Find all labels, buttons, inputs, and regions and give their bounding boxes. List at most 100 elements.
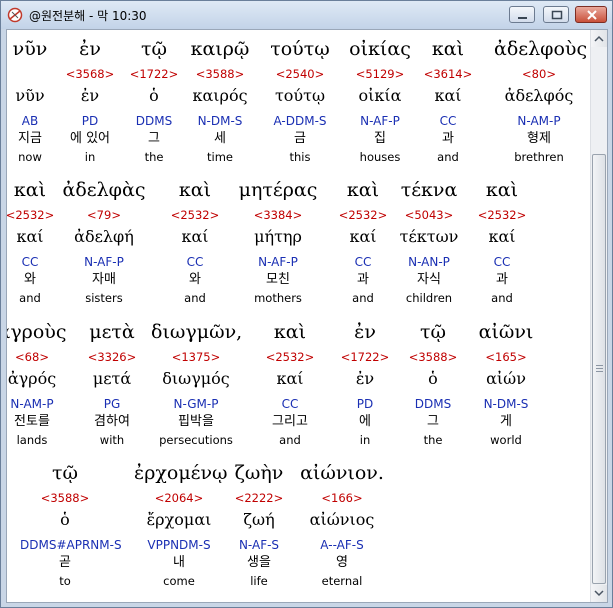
word-morph: N-GM-P xyxy=(173,397,219,411)
word-greek: καὶ xyxy=(178,179,212,201)
word-greek: αἰῶνι xyxy=(478,321,534,343)
word-strong: <3326> xyxy=(87,350,137,364)
word-korean: 곧 xyxy=(59,555,71,570)
word-greek: ἀδελφὰς xyxy=(62,179,146,201)
vertical-scrollbar[interactable] xyxy=(590,30,607,602)
word-morph: N-AF-P xyxy=(84,255,124,269)
word-korean: 세 xyxy=(214,131,226,146)
word-greek: μητέρας xyxy=(238,179,318,201)
verse-panel: νῦν νῦν AB 지금 now ἐν ἐν PD 에 있어 in <3568> τῷ ὁ DDMS 그 t… xyxy=(6,29,608,603)
scroll-down-button[interactable] xyxy=(591,585,607,602)
word-morph: N-AF-S xyxy=(238,538,280,552)
word-greek: ἀδελφοὺς xyxy=(494,38,588,60)
word-strong: <2532> xyxy=(170,208,220,222)
word-lemma: διωγμός xyxy=(162,369,230,388)
word-english: with xyxy=(99,433,125,447)
word-korean: 자매 xyxy=(92,272,116,287)
word-english: eternal xyxy=(321,574,363,588)
word-english: and xyxy=(437,150,459,164)
word-morph: AB xyxy=(21,114,39,128)
word-morph: A--AF-S xyxy=(320,538,364,552)
word-strong: <3384> xyxy=(253,208,303,222)
word-lemma: ὁ xyxy=(60,510,70,529)
word-lemma: νῦν xyxy=(15,86,45,105)
word-morph: N-DM-S xyxy=(197,114,243,128)
word-strong: <2064> xyxy=(154,491,204,505)
word-lemma: ἀδελφός xyxy=(504,86,574,105)
word-lemma: ζωή xyxy=(243,510,275,529)
word-morph: N-AM-P xyxy=(517,114,561,128)
word-english: brethren xyxy=(514,150,564,164)
word-strong: <2532> xyxy=(477,208,527,222)
word-korean: 생을 xyxy=(247,555,271,570)
word-korean: 겸하여 xyxy=(94,414,130,429)
word-morph: PG xyxy=(103,397,121,411)
word-greek: καὶ xyxy=(431,38,465,60)
word-english: mothers xyxy=(254,291,302,305)
word-greek: νῦν xyxy=(12,38,48,60)
word-morph: N-AF-P xyxy=(258,255,298,269)
interlinear-content: νῦν νῦν AB 지금 now ἐν ἐν PD 에 있어 in <3568> τῷ ὁ DDMS 그 t… xyxy=(7,30,592,602)
word-lemma: τούτῳ xyxy=(274,86,326,105)
word-lemma: ἀδελφή xyxy=(74,227,134,246)
word-morph: CC xyxy=(186,255,204,269)
word-korean: 게 xyxy=(500,414,512,429)
word-strong: <166> xyxy=(321,491,363,505)
word-korean: 형제 xyxy=(527,131,551,146)
word-korean: 지금 xyxy=(18,131,42,146)
word-morph: VPPNDM-S xyxy=(147,538,211,552)
word-english: world xyxy=(490,433,522,447)
word-lemma: μήτηρ xyxy=(254,227,302,246)
word-english: and xyxy=(491,291,513,305)
word-english: come xyxy=(163,574,195,588)
maximize-button[interactable] xyxy=(543,6,569,23)
word-english: this xyxy=(289,150,311,164)
word-strong: <3588> xyxy=(40,491,90,505)
minimize-button[interactable] xyxy=(509,6,535,23)
title-bar[interactable]: @원전분해 - 막 10:30 xyxy=(1,1,612,29)
word-greek: καὶ xyxy=(485,179,519,201)
window-title: @원전분해 - 막 10:30 xyxy=(29,9,147,23)
word-lemma: αἰών xyxy=(486,369,526,388)
word-greek: μετὰ xyxy=(89,321,135,343)
word-greek: ζωὴν xyxy=(234,462,284,484)
word-strong: <3614> xyxy=(423,67,473,81)
word-strong: <80> xyxy=(522,67,556,81)
word-greek: καιρῷ xyxy=(190,38,250,60)
word-morph: DDMS#APRNM-S xyxy=(20,538,122,552)
word-strong: <165> xyxy=(485,350,527,364)
word-lemma: καί xyxy=(434,86,462,105)
word-korean: 와 xyxy=(189,272,201,287)
word-lemma: μετά xyxy=(92,369,132,388)
app-window: @원전분해 - 막 10:30 νῦν νῦν AB 지금 now ἐν ἐν PD 에 있어 i… xyxy=(0,0,613,608)
word-korean: 과 xyxy=(442,131,454,146)
word-korean: 내 xyxy=(173,555,185,570)
word-english: life xyxy=(250,574,268,588)
word-lemma: καί xyxy=(181,227,209,246)
word-greek: διωγμῶν, xyxy=(151,321,243,343)
scroll-thumb[interactable] xyxy=(592,154,606,584)
word-strong: <3588> xyxy=(195,67,245,81)
word-korean: 과 xyxy=(496,272,508,287)
scroll-up-button[interactable] xyxy=(591,30,607,47)
word-lemma: καιρός xyxy=(192,86,248,105)
word-morph: CC xyxy=(439,114,457,128)
word-english: to xyxy=(59,574,71,588)
word-greek: ἐρχομένῳ xyxy=(134,462,228,484)
word-strong: <1375> xyxy=(171,350,221,364)
word-english: and xyxy=(184,291,206,305)
word-greek: αἰώνιον. xyxy=(300,462,384,484)
chevron-down-icon xyxy=(594,590,604,597)
word-greek: τούτῳ xyxy=(270,38,330,60)
word-strong: <2540> xyxy=(275,67,325,81)
word-lemma: αἰώνιος xyxy=(309,510,375,529)
word-lemma: ἔρχομαι xyxy=(146,510,212,529)
word-english: time xyxy=(207,150,233,164)
close-icon xyxy=(587,10,597,20)
app-icon xyxy=(7,7,23,23)
minimize-icon xyxy=(518,17,527,19)
word-lemma: καί xyxy=(488,227,516,246)
close-button[interactable] xyxy=(575,6,607,23)
word-strong: <79> xyxy=(87,208,121,222)
word-english: now xyxy=(18,150,42,164)
